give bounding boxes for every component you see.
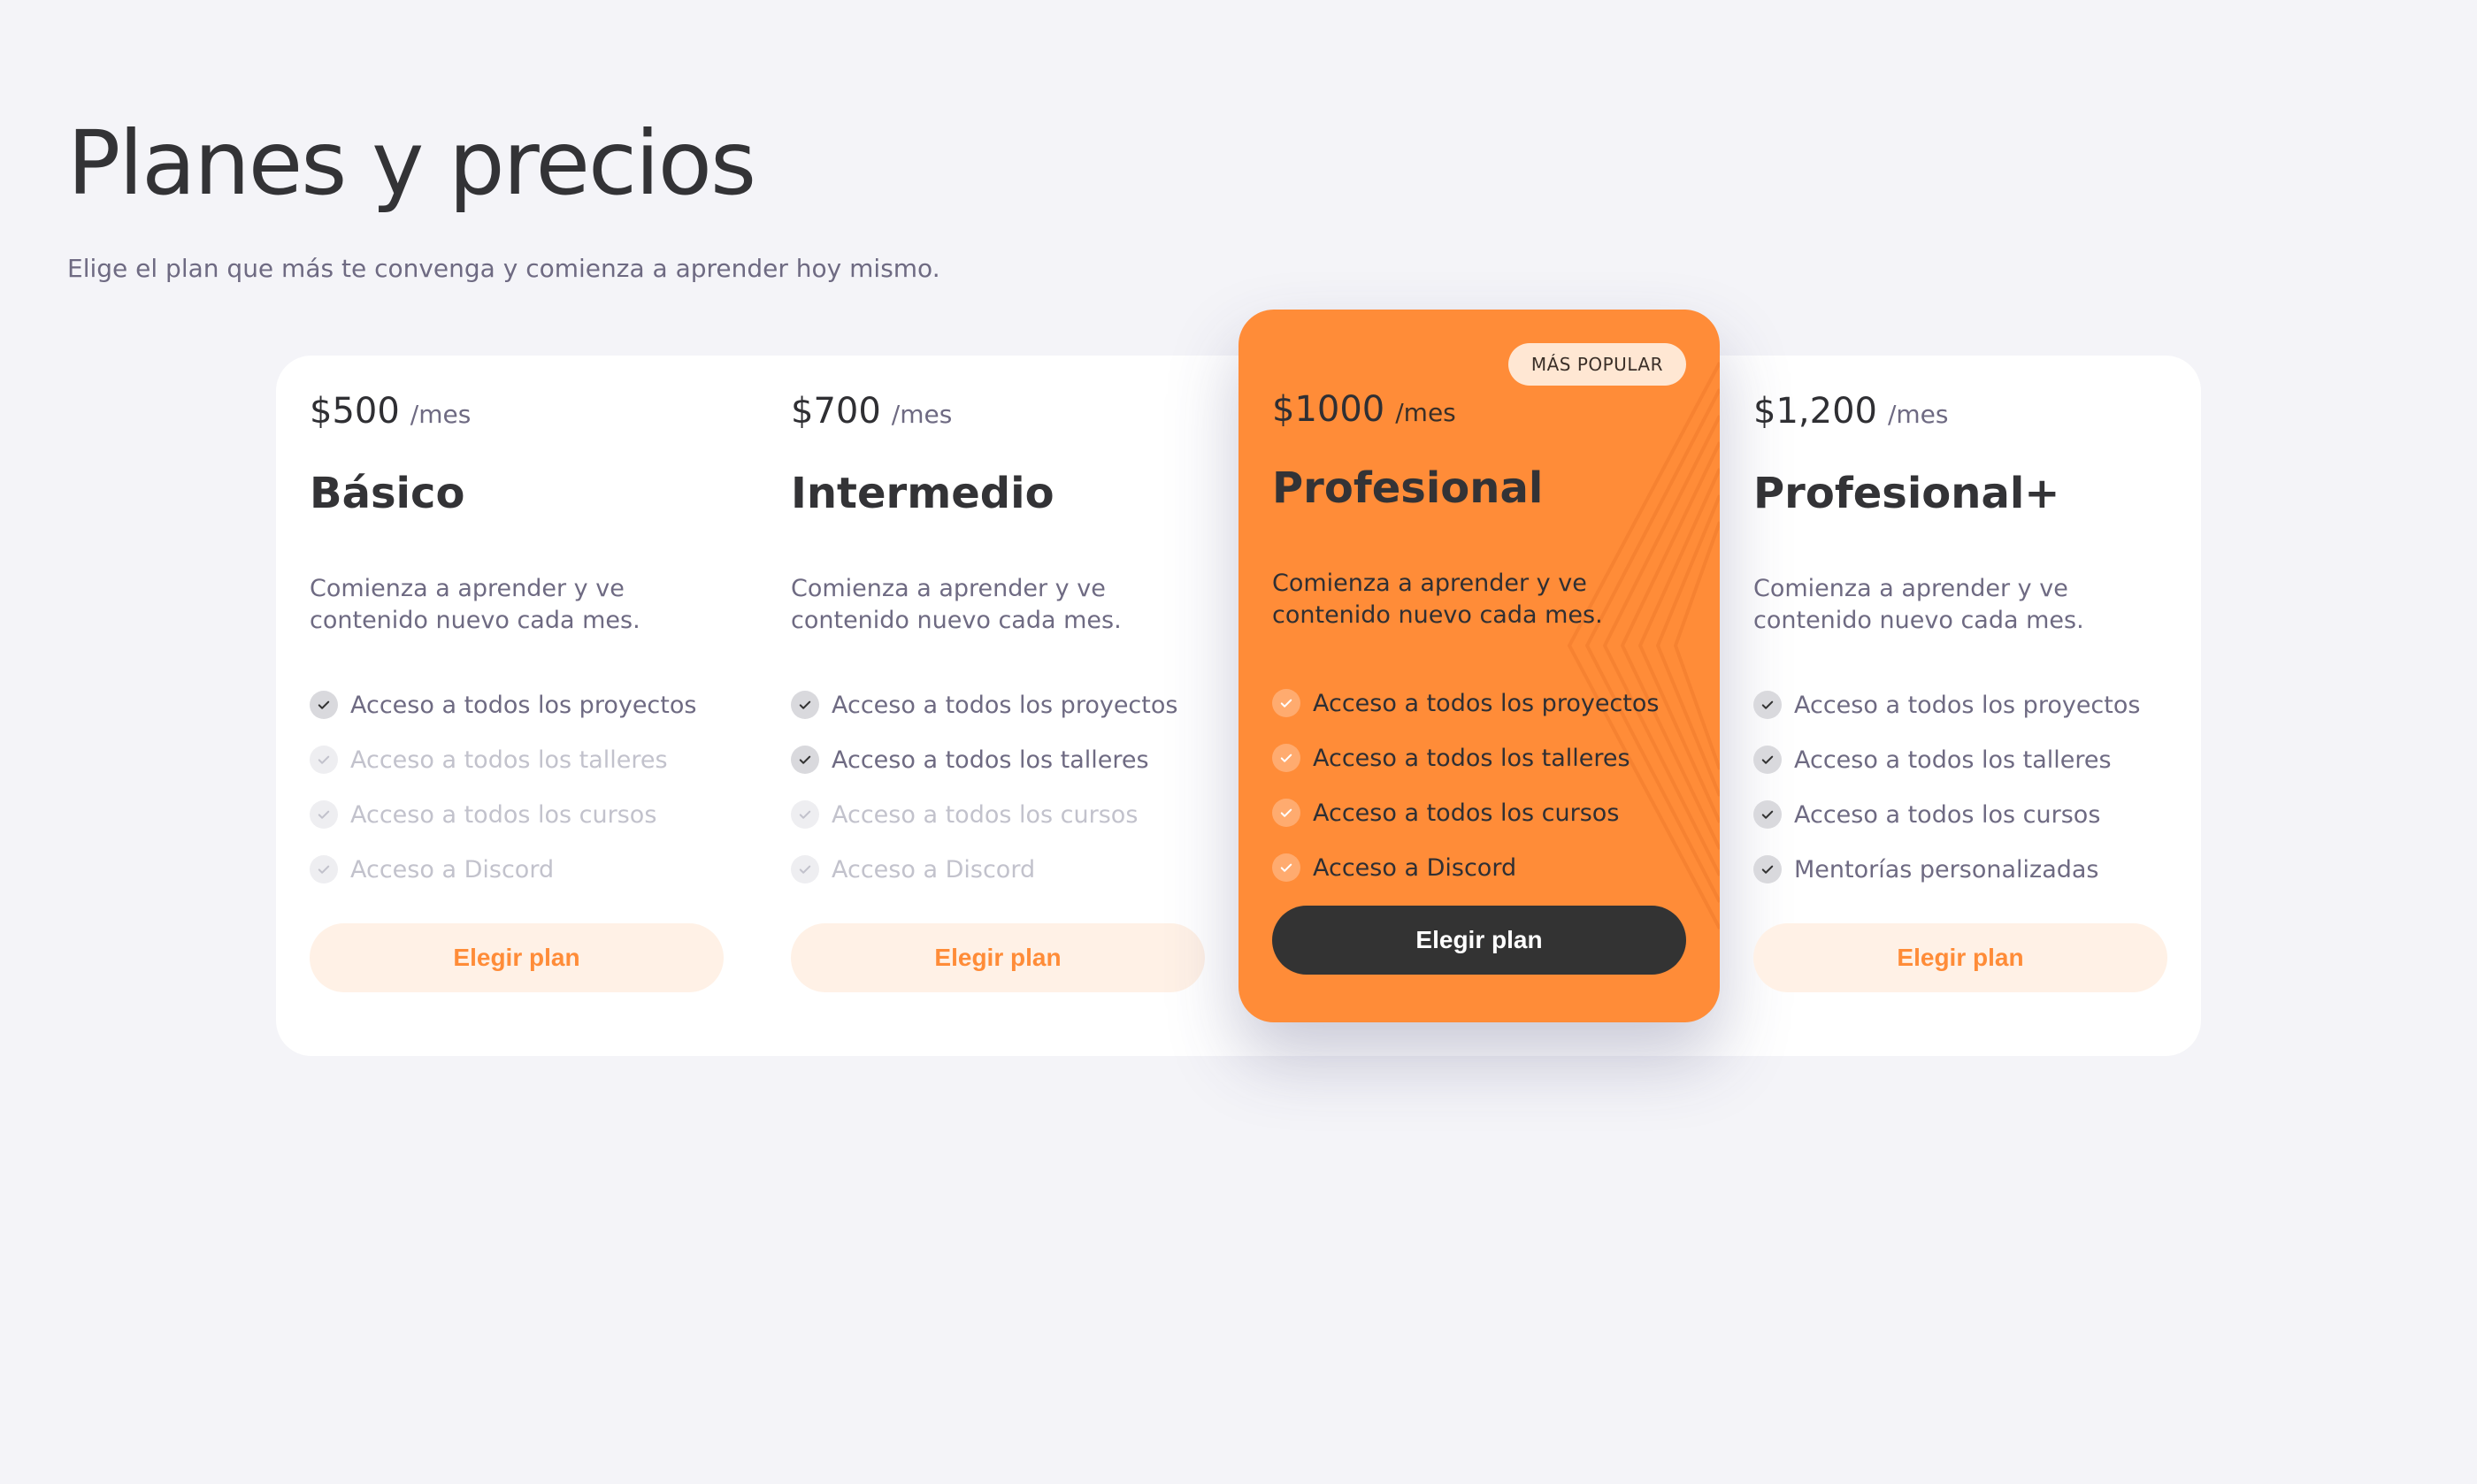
feature-item: Acceso a todos los talleres xyxy=(1272,731,1659,785)
feature-label: Acceso a todos los proyectos xyxy=(350,691,697,719)
plan-price: $700 xyxy=(791,391,881,432)
plan-name: Profesional+ xyxy=(1753,469,2060,518)
check-icon xyxy=(1753,746,1782,774)
plan-card-intermedio: $700 /mes Intermedio Comienza a aprender… xyxy=(757,356,1238,1056)
feature-label: Mentorías personalizadas xyxy=(1794,855,2099,884)
price-row: $1000 /mes xyxy=(1272,389,1456,430)
feature-list: Acceso a todos los proyectos Acceso a to… xyxy=(1272,676,1659,895)
feature-item: Acceso a todos los cursos xyxy=(1753,787,2140,842)
popular-badge: MÁS POPULAR xyxy=(1507,343,1686,386)
check-icon xyxy=(1753,691,1782,719)
feature-label: Acceso a todos los talleres xyxy=(1794,746,2112,774)
feature-item: Acceso a todos los cursos xyxy=(1272,785,1659,840)
feature-item: Acceso a todos los proyectos xyxy=(310,677,696,732)
page-title: Planes y precios xyxy=(67,111,756,215)
plan-description: Comienza a aprender y ve contenido nuevo… xyxy=(1753,575,2084,634)
feature-label: Acceso a todos los cursos xyxy=(832,800,1139,829)
check-icon xyxy=(791,855,819,884)
feature-label: Acceso a todos los proyectos xyxy=(1313,689,1660,717)
plan-card-basico: $500 /mes Básico Comienza a aprender y v… xyxy=(276,356,757,1056)
check-icon xyxy=(1272,689,1300,717)
plan-description: Comienza a aprender y ve contenido nuevo… xyxy=(310,575,640,634)
feature-label: Acceso a todos los talleres xyxy=(350,746,668,774)
feature-item: Acceso a todos los proyectos xyxy=(791,677,1177,732)
plan-price: $1000 xyxy=(1272,389,1385,430)
plan-period: /mes xyxy=(1887,400,1949,429)
plan-price: $1,200 xyxy=(1753,391,1877,432)
plan-period: /mes xyxy=(410,400,472,429)
feature-label: Acceso a todos los cursos xyxy=(1313,799,1620,827)
feature-label: Acceso a Discord xyxy=(832,855,1036,884)
feature-label: Acceso a todos los talleres xyxy=(832,746,1149,774)
feature-item: Mentorías personalizadas xyxy=(1753,842,2140,897)
page-subtitle: Elige el plan que más te convenga y comi… xyxy=(67,254,940,283)
feature-item: Acceso a todos los talleres xyxy=(1753,732,2140,787)
check-icon xyxy=(1753,800,1782,829)
check-icon xyxy=(310,855,338,884)
feature-label: Acceso a Discord xyxy=(350,855,555,884)
plan-name: Básico xyxy=(310,469,465,518)
check-icon xyxy=(1272,744,1300,772)
feature-label: Acceso a todos los cursos xyxy=(350,800,657,829)
check-icon xyxy=(1272,799,1300,827)
check-icon xyxy=(310,691,338,719)
check-icon xyxy=(310,746,338,774)
plan-card-profesional: MÁS POPULAR $1000 /mes Profesional Comie… xyxy=(1238,310,1720,1022)
feature-item: Acceso a todos los proyectos xyxy=(1753,677,2140,732)
feature-label: Acceso a Discord xyxy=(1313,853,1517,882)
feature-list: Acceso a todos los proyectos Acceso a to… xyxy=(791,677,1177,897)
check-icon xyxy=(791,691,819,719)
feature-label: Acceso a todos los proyectos xyxy=(1794,691,2141,719)
feature-item: Acceso a Discord xyxy=(791,842,1177,897)
plan-period: /mes xyxy=(1395,398,1456,427)
feature-label: Acceso a todos los cursos xyxy=(1794,800,2101,829)
choose-plan-button[interactable]: Elegir plan xyxy=(1753,923,2167,992)
feature-label: Acceso a todos los talleres xyxy=(1313,744,1630,772)
plan-price: $500 xyxy=(310,391,400,432)
plan-description: Comienza a aprender y ve contenido nuevo… xyxy=(791,575,1122,634)
choose-plan-button[interactable]: Elegir plan xyxy=(1272,906,1686,975)
feature-item: Acceso a Discord xyxy=(310,842,696,897)
feature-item: Acceso a todos los proyectos xyxy=(1272,676,1659,731)
choose-plan-button[interactable]: Elegir plan xyxy=(791,923,1205,992)
price-row: $1,200 /mes xyxy=(1753,391,1949,432)
feature-item: Acceso a todos los talleres xyxy=(791,732,1177,787)
plan-period: /mes xyxy=(891,400,953,429)
check-icon xyxy=(791,800,819,829)
check-icon xyxy=(1272,853,1300,882)
plan-description: Comienza a aprender y ve contenido nuevo… xyxy=(1272,570,1603,629)
check-icon xyxy=(791,746,819,774)
feature-item: Acceso a todos los talleres xyxy=(310,732,696,787)
plan-name: Profesional xyxy=(1272,463,1544,513)
feature-item: Acceso a Discord xyxy=(1272,840,1659,895)
feature-label: Acceso a todos los proyectos xyxy=(832,691,1178,719)
feature-list: Acceso a todos los proyectos Acceso a to… xyxy=(310,677,696,897)
plan-name: Intermedio xyxy=(791,469,1054,518)
feature-list: Acceso a todos los proyectos Acceso a to… xyxy=(1753,677,2140,897)
plan-card-profesional-plus: $1,200 /mes Profesional+ Comienza a apre… xyxy=(1720,356,2201,1056)
check-icon xyxy=(1753,855,1782,884)
price-row: $700 /mes xyxy=(791,391,952,432)
choose-plan-button[interactable]: Elegir plan xyxy=(310,923,724,992)
feature-item: Acceso a todos los cursos xyxy=(791,787,1177,842)
check-icon xyxy=(310,800,338,829)
price-row: $500 /mes xyxy=(310,391,471,432)
feature-item: Acceso a todos los cursos xyxy=(310,787,696,842)
